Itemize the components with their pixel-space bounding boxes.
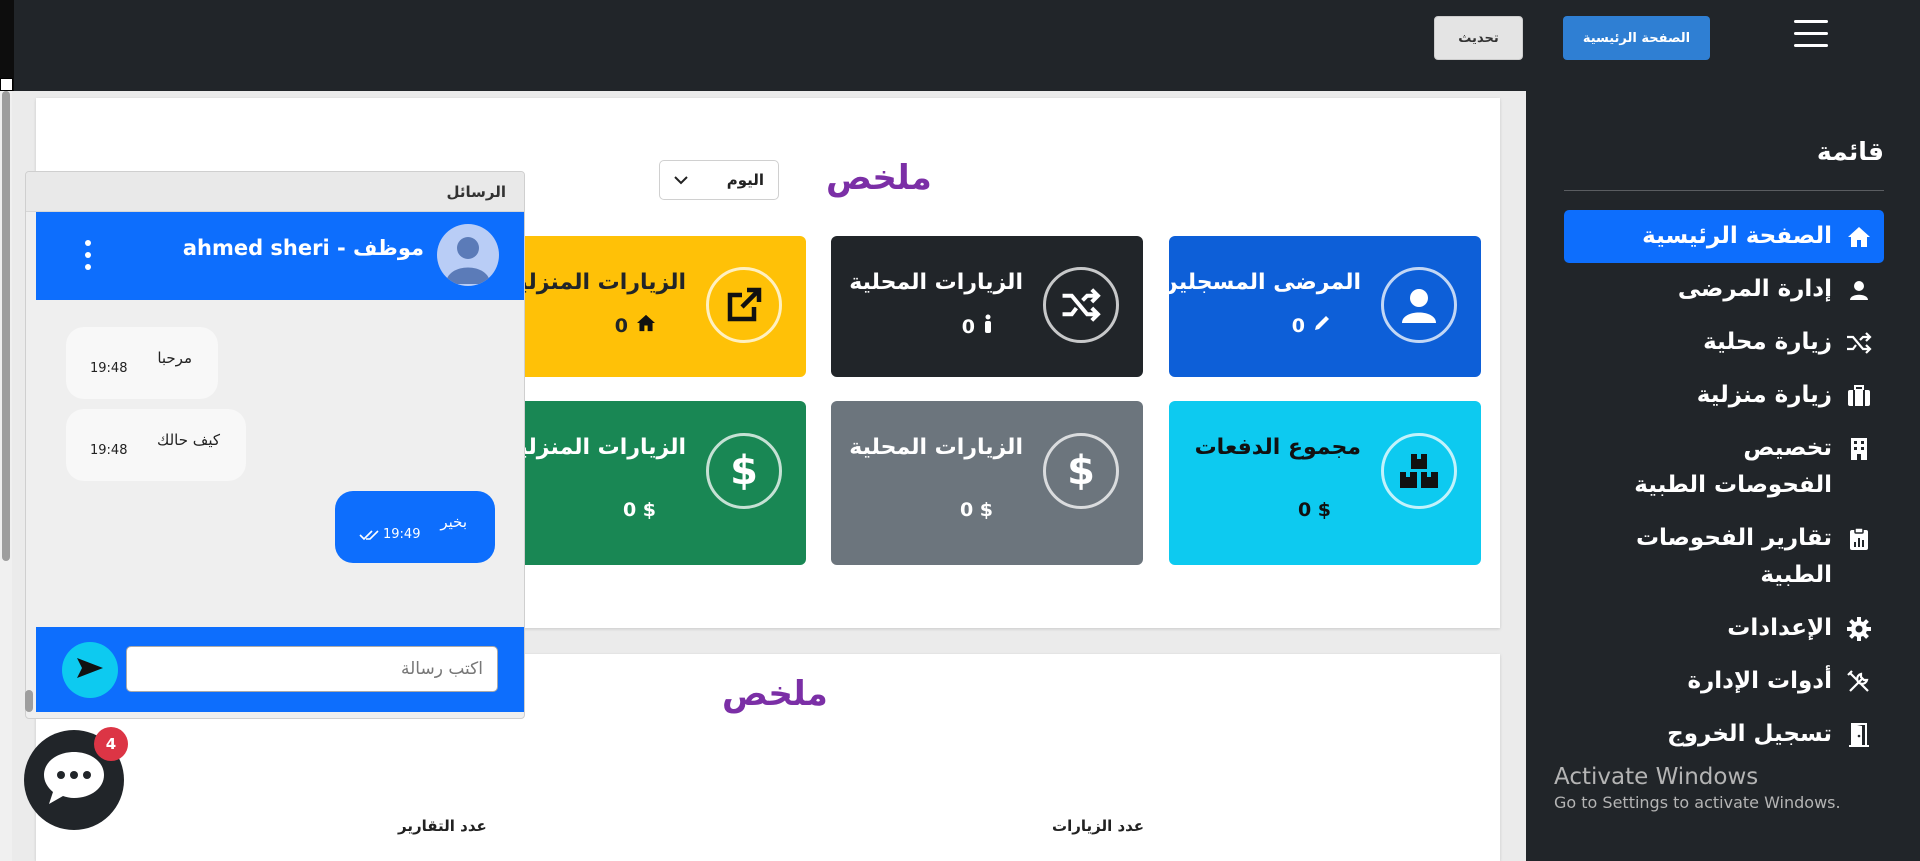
message-input[interactable]: اكتب رسالة (126, 646, 498, 692)
send-button[interactable] (62, 642, 118, 698)
building-icon (1844, 430, 1874, 467)
stat-title: مجموع الدفعات (1194, 435, 1361, 460)
stat-card-registered-patients[interactable]: المرضى المسجلين 0 (1159, 236, 1481, 377)
corner-marker (0, 78, 13, 91)
stat-title: الزيارات المنزلية (506, 270, 686, 295)
sidebar-item-label: تقارير الفحوصات الطبية (1635, 525, 1832, 588)
sidebar-item-label: الإعدادات (1727, 615, 1832, 641)
divider (1564, 190, 1884, 191)
chat-user-name: ahmed sheri - موظف (182, 236, 424, 260)
menu-toggle-icon[interactable] (1794, 20, 1828, 50)
visits-count-label: عدد الزيارات (1052, 817, 1145, 835)
sidebar-item-settings[interactable]: الإعدادات (1564, 602, 1884, 655)
home-icon (1844, 218, 1874, 255)
shuffle-icon (1043, 267, 1119, 343)
stat-card-total-payments[interactable]: مجموع الدفعات 0 $ (1169, 401, 1481, 565)
stat-card-home-visits[interactable]: الزيارات المنزلية 0 (494, 236, 806, 377)
stat-value: 0 $ (622, 499, 656, 521)
watermark-subtitle: Go to Settings to activate Windows. (1554, 793, 1841, 812)
page-scrollbar[interactable] (0, 91, 12, 861)
tools-icon (1844, 663, 1874, 700)
sidebar-item-logout[interactable]: تسجيل الخروج (1564, 708, 1884, 761)
chat-message: كيف حالك 19:48 (66, 409, 246, 481)
sidebar-item-admin-tools[interactable]: أدوات الإدارة (1564, 655, 1884, 708)
chat-scrollbar[interactable] (25, 690, 33, 712)
stat-value: 0 (615, 314, 656, 337)
period-select-value: اليوم (726, 171, 764, 189)
sidebar-item-label: زيارة محلية (1703, 329, 1832, 355)
sidebar-item-label: تسجيل الخروج (1667, 721, 1832, 747)
sidebar-title: قائمة (1816, 137, 1884, 166)
top-navbar: الصفحة الرئيسية تحديث (0, 0, 1920, 91)
stat-title: الزيارات المحلية (849, 270, 1023, 295)
chat-window: الرسائل ahmed sheri - موظف مرحبا 19:48 ك… (25, 171, 525, 719)
sidebar-item-label: أدوات الإدارة (1687, 668, 1832, 694)
person-icon (983, 314, 993, 339)
period-select[interactable]: اليوم (659, 160, 779, 200)
refresh-button[interactable]: تحديث (1434, 16, 1523, 60)
home-icon (636, 314, 656, 337)
sidebar-item-local-visit[interactable]: زيارة محلية (1564, 316, 1884, 369)
sidebar-item-label: إدارة المرضى (1677, 276, 1832, 302)
chat-bubble-icon (41, 749, 107, 811)
sidebar-item-tests-reports[interactable]: تقارير الفحوصات الطبية (1564, 512, 1884, 602)
chat-message: مرحبا 19:48 (66, 327, 218, 399)
boxes-icon (1381, 433, 1457, 509)
user-icon (1381, 267, 1457, 343)
double-check-icon (359, 527, 379, 545)
chevron-down-icon (674, 171, 688, 189)
sidebar-item-home[interactable]: الصفحة الرئيسية (1564, 210, 1884, 263)
summary-title: ملخص (722, 674, 828, 714)
sidebar-item-tests-setup[interactable]: تخصيص الفحوصات الطبية (1564, 422, 1884, 512)
gear-icon (1844, 610, 1874, 647)
stat-value: 0 $ (959, 499, 993, 521)
sidebar-item-label: تخصيص الفحوصات الطبية (1634, 435, 1832, 498)
pencil-icon (1313, 314, 1331, 337)
shuffle-icon (1844, 324, 1874, 361)
avatar (437, 224, 499, 286)
stat-value: 0 $ (1297, 499, 1331, 521)
suitcase-icon (1844, 377, 1874, 414)
door-icon (1844, 716, 1874, 753)
dollar-icon: $ (706, 433, 782, 509)
stat-card-home-visits-payments[interactable]: $ الزيارات المنزلية 0 $ (494, 401, 806, 565)
activation-watermark: Activate Windows Go to Settings to activ… (1554, 764, 1841, 812)
summary-title: ملخص (826, 158, 932, 198)
stat-title: الزيارات المنزلية (506, 435, 686, 460)
watermark-title: Activate Windows (1554, 764, 1759, 790)
chat-message-sent: بخير 19:49 (335, 491, 495, 563)
stat-value: 0 (962, 314, 993, 339)
dollar-icon: $ (1043, 433, 1119, 509)
stat-card-local-visits-payments[interactable]: $ الزيارات المحلية 0 $ (831, 401, 1143, 565)
chat-composer: اكتب رسالة (36, 627, 524, 712)
stat-title: الزيارات المحلية (849, 435, 1023, 460)
home-button[interactable]: الصفحة الرئيسية (1563, 16, 1710, 60)
sidebar-item-label: زيارة منزلية (1696, 382, 1832, 408)
user-icon (1844, 271, 1874, 308)
stat-value: 0 (1292, 314, 1331, 337)
chat-header: الرسائل (26, 172, 524, 212)
stat-card-local-visits[interactable]: الزيارات المحلية 0 (831, 236, 1143, 377)
send-icon (76, 657, 104, 683)
sidebar-item-home-visit[interactable]: زيارة منزلية (1564, 369, 1884, 422)
chat-user-bar: ahmed sheri - موظف (36, 212, 524, 300)
external-link-icon (706, 267, 782, 343)
reports-count-label: عدد التقارير (398, 817, 487, 835)
unread-badge: 4 (94, 727, 128, 761)
sidebar-menu: الصفحة الرئيسية إدارة المرضى زيارة محلية… (1564, 210, 1884, 761)
stat-title: المرضى المسجلين (1159, 270, 1361, 295)
sidebar-item-patients[interactable]: إدارة المرضى (1564, 263, 1884, 316)
clipboard-icon (1844, 520, 1874, 557)
sidebar: قائمة الصفحة الرئيسية إدارة المرضى زيارة… (1526, 91, 1920, 861)
sidebar-item-label: الصفحة الرئيسية (1642, 223, 1832, 249)
more-options-icon[interactable] (84, 240, 92, 270)
